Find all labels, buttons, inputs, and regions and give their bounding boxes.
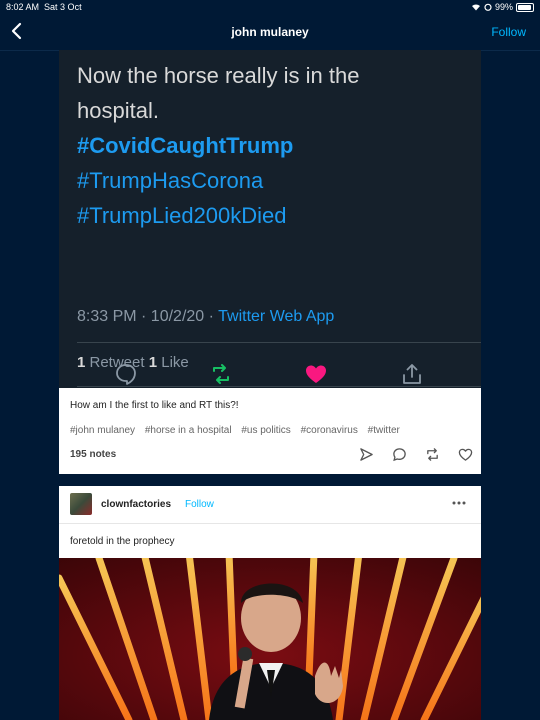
blog-title: john mulaney [231,25,309,39]
post-actions [359,447,473,463]
tweet-hashtag: #CovidCaughtTrump [77,133,294,158]
status-time: 8:02 AM Sat 3 Oct [6,2,82,12]
status-bar: 8:02 AM Sat 3 Oct 99% [0,0,540,14]
post-card: clownfactories Follow foretold in the pr… [59,486,481,720]
battery-icon [516,2,534,12]
tag-link[interactable]: #twitter [368,425,400,436]
tag-link[interactable]: #horse in a hospital [145,425,232,436]
follow-button[interactable]: Follow [491,25,526,39]
tag-link[interactable]: #us politics [241,425,290,436]
tweet-actions [59,362,481,388]
nav-bar: john mulaney Follow [0,14,540,51]
tweet-screenshot[interactable]: Now the horse really is in the hospital.… [59,50,481,388]
post-caption: foretold in the prophecy [70,536,175,547]
tweet-hashtag: #TrumpLied200kDied [77,203,287,228]
notes-count[interactable]: 195 notes [70,449,116,460]
blog-name-link[interactable]: clownfactories [101,499,171,510]
tweet-source: Twitter Web App [218,308,335,325]
more-options-icon[interactable] [451,498,467,508]
tag-link[interactable]: #coronavirus [301,425,358,436]
like-icon[interactable] [458,447,473,462]
tweet-text: Now the horse really is in the hospital.… [77,58,467,233]
wifi-icon [471,4,480,11]
post-tags: #john mulaney #horse in a hospital #us p… [70,425,407,436]
tag-link[interactable]: #john mulaney [70,425,135,436]
alarm-icon [484,3,492,11]
tweet-line: hospital. [77,98,159,123]
battery-percent: 99% [494,2,513,12]
like-heart-icon [306,365,326,383]
reblog-icon[interactable] [425,447,440,462]
follow-button[interactable]: Follow [185,499,214,510]
tweet-hashtag: #TrumpHasCorona [77,168,264,193]
reply-icon [116,364,136,385]
reply-icon[interactable] [392,447,407,462]
divider [77,342,481,343]
status-indicators: 99% [471,2,534,12]
share-icon [403,364,421,384]
post-photo[interactable] [59,558,481,720]
tweet-line: Now the horse really is in the [77,63,360,88]
post-body: How am I the first to like and RT this?!… [59,388,481,474]
tweet-timestamp: 8:33 PM · 10/2/20 · Twitter Web App [77,308,335,325]
post-header: clownfactories Follow [59,486,481,524]
retweet-icon [213,364,229,384]
send-icon[interactable] [359,447,374,462]
avatar[interactable] [70,493,92,515]
post-caption: How am I the first to like and RT this?! [70,400,239,411]
